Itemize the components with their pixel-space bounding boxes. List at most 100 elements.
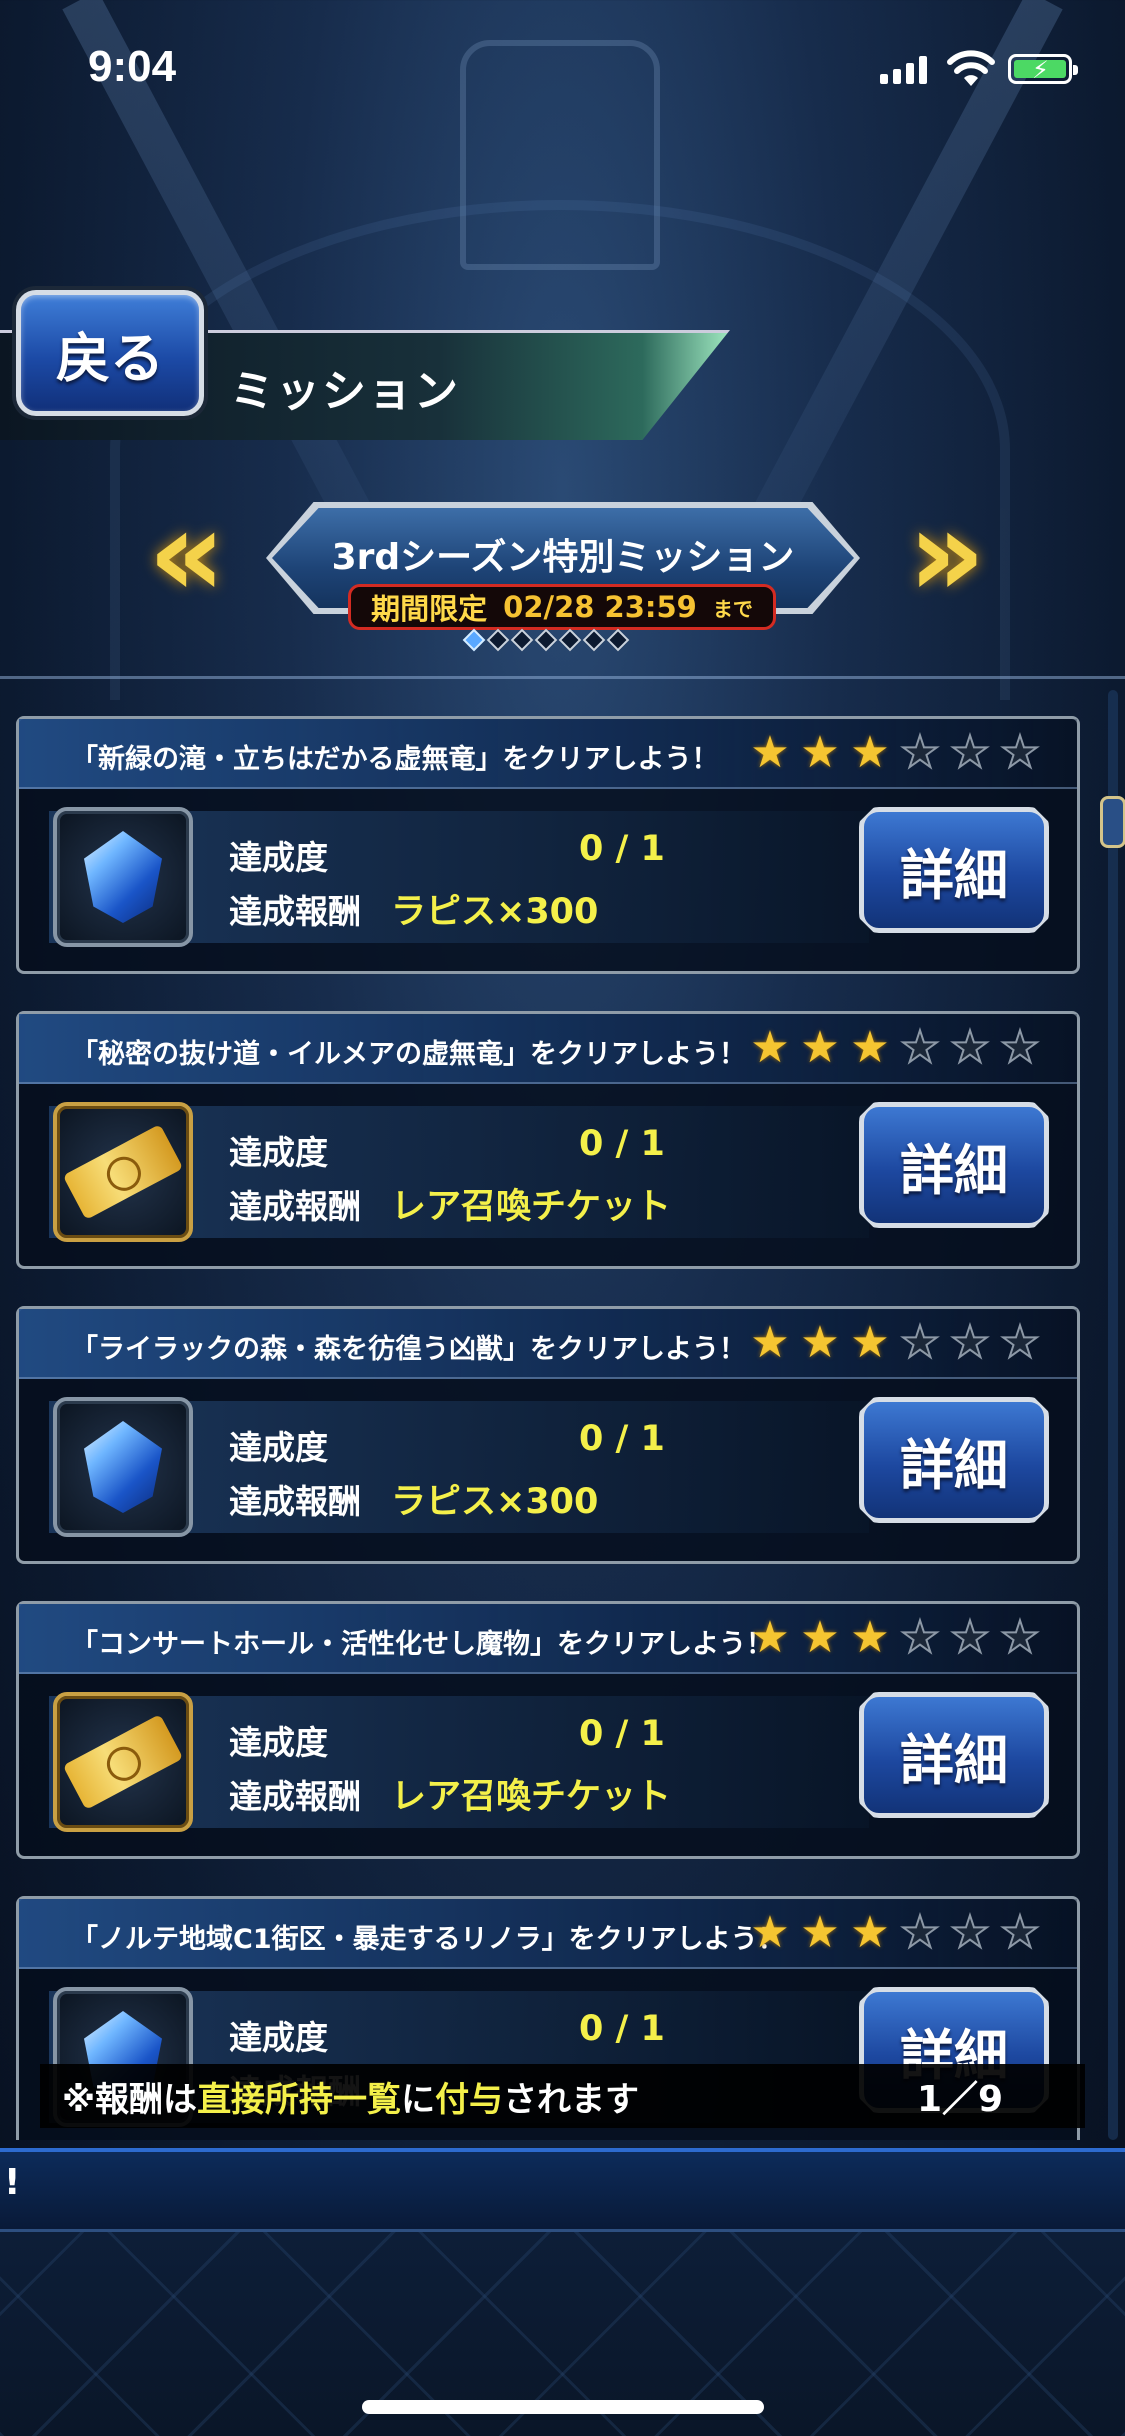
home-indicator[interactable] xyxy=(362,2400,764,2414)
star-icon: ★ xyxy=(850,727,890,778)
star-icon: ★ xyxy=(949,1612,990,1663)
mission-card: 「コンサートホール・活性化せし魔物」をクリアしよう！ ★ ★ ★ ★ ★ ★ 達成度 達成… xyxy=(16,1601,1080,1859)
pagination-count: 1／9 xyxy=(916,2079,1004,2120)
star-icon: ★ xyxy=(999,1317,1040,1368)
page-dot[interactable] xyxy=(534,628,558,652)
progress-value: 0 / 1 xyxy=(579,1124,665,1164)
notice-middle: に xyxy=(401,2080,436,2120)
progress-label: 達成度 xyxy=(229,838,328,877)
star-icon: ★ xyxy=(750,1317,790,1368)
reward-label: 達成報酬 xyxy=(229,892,361,931)
star-icon: ★ xyxy=(899,727,940,778)
star-icon: ★ xyxy=(850,1612,890,1663)
star-icon: ★ xyxy=(899,1907,940,1958)
progress-value: 0 / 1 xyxy=(579,2009,665,2049)
reward-label: 達成報酬 xyxy=(229,1777,361,1816)
footer-bar xyxy=(0,2148,1125,2232)
star-icon: ★ xyxy=(850,1317,890,1368)
star-icon: ★ xyxy=(949,1022,990,1073)
detail-button[interactable]: 詳細 xyxy=(859,1692,1049,1818)
summon-ticket-icon xyxy=(62,1124,184,1220)
notice-prefix: ※報酬は xyxy=(62,2080,198,2120)
page-dot[interactable] xyxy=(486,628,510,652)
status-time: 9:04 xyxy=(88,42,177,91)
star-icon: ★ xyxy=(800,1317,840,1368)
star-icon: ★ xyxy=(800,1907,840,1958)
next-event-arrow-icon[interactable]: » xyxy=(908,490,986,620)
difficulty-stars: ★ ★ ★ ★ ★ ★ xyxy=(747,1612,1043,1663)
star-icon: ★ xyxy=(949,1907,990,1958)
summon-ticket-icon xyxy=(62,1714,184,1810)
star-icon: ★ xyxy=(850,1022,890,1073)
progress-value: 0 / 1 xyxy=(579,1419,665,1459)
reward-icon-frame xyxy=(53,1102,193,1242)
mission-name: 「秘密の抜け道・イルメアの虚無竜」をクリアしよう！ xyxy=(71,1039,746,1070)
star-icon: ★ xyxy=(999,1612,1040,1663)
progress-value: 0 / 1 xyxy=(579,829,665,869)
status-bar: 9:04 ⚡ xyxy=(0,0,1125,140)
star-icon: ★ xyxy=(800,1022,840,1073)
star-icon: ★ xyxy=(899,1022,940,1073)
reward-value: ラピス×300 xyxy=(391,892,599,932)
prev-event-arrow-icon[interactable]: « xyxy=(148,490,226,620)
page-title: ミッション xyxy=(230,366,460,417)
progress-label: 達成度 xyxy=(229,1428,328,1467)
reward-icon-frame xyxy=(53,1692,193,1832)
battery-icon: ⚡ xyxy=(1008,54,1078,84)
event-page-indicator xyxy=(462,628,630,652)
detail-button[interactable]: 詳細 xyxy=(859,1102,1049,1228)
reward-icon-frame xyxy=(53,1397,193,1537)
reward-label: 達成報酬 xyxy=(229,1187,361,1226)
reward-value: ラピス×300 xyxy=(391,1482,599,1522)
mission-name: 「ライラックの森・森を彷徨う凶獣」をクリアしよう！ xyxy=(71,1334,746,1365)
difficulty-stars: ★ ★ ★ ★ ★ ★ xyxy=(747,1317,1043,1368)
star-icon: ★ xyxy=(850,1907,890,1958)
star-icon: ★ xyxy=(750,1022,790,1073)
star-icon: ★ xyxy=(800,1612,840,1663)
star-icon: ★ xyxy=(999,727,1040,778)
limited-period-badge: 期間限定 02/28 23:59 まで xyxy=(348,584,776,630)
mission-list[interactable]: 「新緑の滝・立ちはだかる虚無竜」をクリアしよう！ ★ ★ ★ ★ ★ ★ 達成度 達成報酬… xyxy=(0,700,1125,2140)
progress-label: 達成度 xyxy=(229,2018,328,2057)
progress-value: 0 / 1 xyxy=(579,1714,665,1754)
mission-card: 「新緑の滝・立ちはだかる虚無竜」をクリアしよう！ ★ ★ ★ ★ ★ ★ 達成度 達成報酬… xyxy=(16,716,1080,974)
star-icon: ★ xyxy=(899,1317,940,1368)
reward-value: レア召喚チケット xyxy=(391,1187,672,1227)
star-icon: ★ xyxy=(999,1022,1040,1073)
mission-card: 「ライラックの森・森を彷徨う凶獣」をクリアしよう！ ★ ★ ★ ★ ★ ★ 達成度 達成報… xyxy=(16,1306,1080,1564)
page-dot[interactable] xyxy=(510,628,534,652)
star-icon: ★ xyxy=(750,1612,790,1663)
page-dot[interactable] xyxy=(582,628,606,652)
back-button[interactable]: 戻る xyxy=(16,290,204,416)
cellular-signal-icon xyxy=(880,56,927,84)
star-icon: ★ xyxy=(999,1907,1040,1958)
scrollbar-thumb[interactable] xyxy=(1100,796,1125,848)
notice-suffix: されます xyxy=(503,2080,640,2120)
detail-button[interactable]: 詳細 xyxy=(859,807,1049,933)
reward-value: レア召喚チケット xyxy=(391,1777,672,1817)
notice-highlight: 付与 xyxy=(435,2080,504,2120)
lapis-gem-icon xyxy=(84,1421,162,1513)
mission-name: 「新緑の滝・立ちはだかる虚無竜」をクリアしよう！ xyxy=(71,744,719,775)
star-icon: ★ xyxy=(750,727,790,778)
mission-name: 「ノルテ地域C1街区・暴走するリノラ」をクリアしよう！ xyxy=(71,1924,785,1955)
difficulty-stars: ★ ★ ★ ★ ★ ★ xyxy=(747,727,1043,778)
reward-label: 達成報酬 xyxy=(229,1482,361,1521)
event-title: 3rdシーズン特別ミッション xyxy=(331,537,795,578)
mission-name: 「コンサートホール・活性化せし魔物」をクリアしよう！ xyxy=(71,1629,773,1660)
page-dot[interactable] xyxy=(558,628,582,652)
star-icon: ★ xyxy=(899,1612,940,1663)
progress-label: 達成度 xyxy=(229,1723,328,1762)
progress-label: 達成度 xyxy=(229,1133,328,1172)
star-icon: ★ xyxy=(750,1907,790,1958)
ticker-text: ! xyxy=(4,2162,21,2203)
page-dot[interactable] xyxy=(606,628,630,652)
scrollbar-track[interactable] xyxy=(1108,690,1118,2140)
notice-highlight: 直接所持一覧 xyxy=(197,2080,402,2120)
reward-notice: ※報酬は直接所持一覧に付与されます xyxy=(62,2072,639,2121)
reward-icon-frame xyxy=(53,807,193,947)
page-dot[interactable] xyxy=(462,628,486,652)
difficulty-stars: ★ ★ ★ ★ ★ ★ xyxy=(747,1022,1043,1073)
detail-button[interactable]: 詳細 xyxy=(859,1397,1049,1523)
wifi-icon xyxy=(947,50,995,86)
